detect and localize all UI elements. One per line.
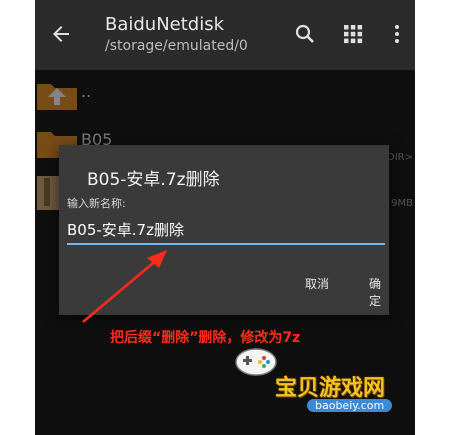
more-vert-icon[interactable] [385, 22, 409, 46]
toolbar-title: BaiduNetdisk [105, 14, 225, 35]
phone-screen: BaiduNetdisk /storage/emulated/0 .. B05 … [35, 0, 415, 435]
watermark-url: baobeiy.com [307, 399, 393, 412]
cancel-button[interactable]: 取消 [305, 275, 329, 292]
gamepad-logo-icon [235, 348, 277, 376]
confirm-button[interactable]: 确定 [369, 275, 389, 309]
app-toolbar: BaiduNetdisk /storage/emulated/0 [35, 0, 415, 70]
rename-dialog: B05-安卓.7z删除 输入新名称: B05-安卓.7z删除 取消 确定 [59, 145, 389, 315]
grid-view-icon[interactable] [341, 22, 365, 46]
new-name-input[interactable]: B05-安卓.7z删除 [67, 219, 385, 245]
watermark-text: 宝贝游戏网 [275, 376, 386, 401]
toolbar-path: /storage/emulated/0 [105, 38, 248, 54]
back-arrow-icon[interactable] [49, 22, 73, 46]
dialog-prompt: 输入新名称: [67, 197, 126, 210]
search-icon[interactable] [293, 22, 317, 46]
dialog-title: B05-安卓.7z删除 [87, 170, 220, 190]
